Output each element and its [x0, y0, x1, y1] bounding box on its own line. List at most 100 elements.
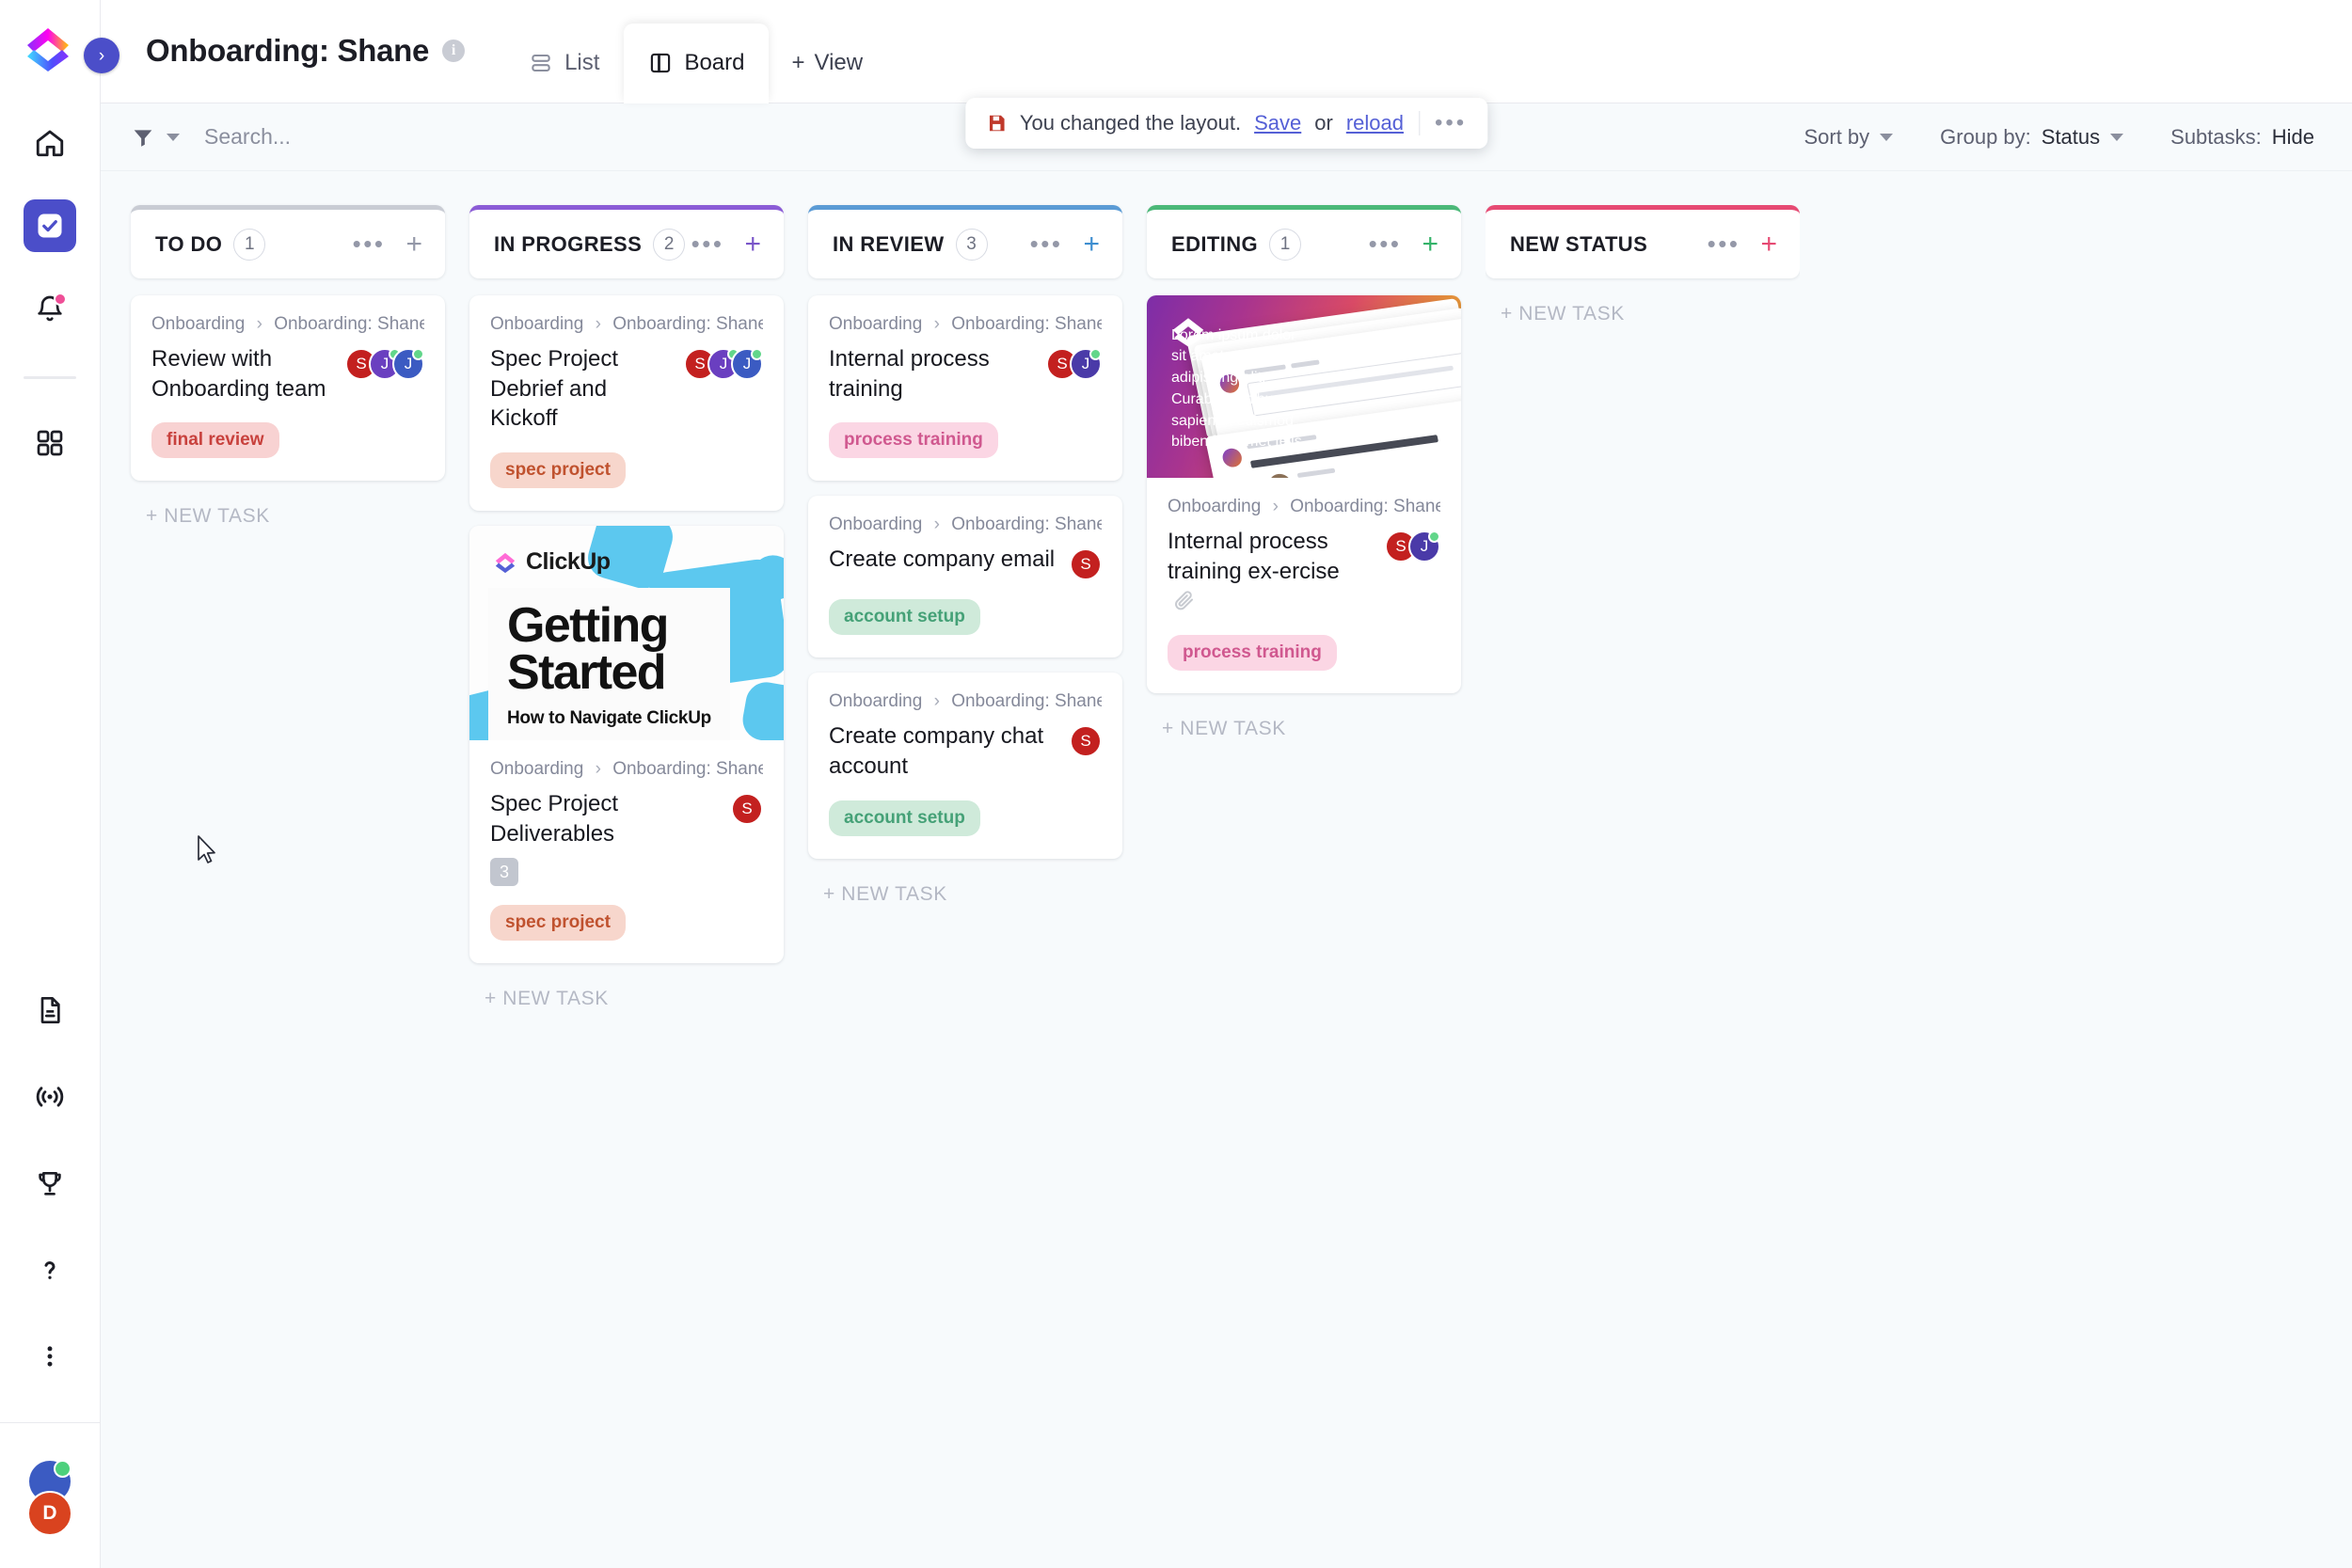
assignee-avatars[interactable]: S: [1070, 721, 1102, 758]
column-add-task-button[interactable]: +: [1760, 230, 1777, 258]
notification-badge-dot: [54, 293, 67, 306]
avatar[interactable]: S: [1070, 725, 1102, 758]
column-more-button[interactable]: •••: [353, 231, 386, 256]
add-view-button[interactable]: + View: [769, 24, 885, 103]
tab-list[interactable]: List: [504, 24, 624, 103]
view-tabs: List Board + View: [504, 0, 885, 103]
task-card[interactable]: Onboarding › Onboarding: Shane Internal …: [808, 295, 1122, 482]
column-header[interactable]: IN REVIEW 3 ••• +: [808, 205, 1122, 278]
column-more-button[interactable]: •••: [1030, 231, 1063, 256]
tag[interactable]: spec project: [490, 905, 626, 942]
avatar-initial: J: [404, 355, 413, 372]
column-header[interactable]: TO DO 1 ••• +: [131, 205, 445, 278]
sidebar-item-apps[interactable]: [24, 417, 76, 469]
toast-save-link[interactable]: Save: [1254, 111, 1301, 135]
rail-avatar-stack[interactable]: D: [17, 1460, 83, 1551]
mouse-cursor: [198, 835, 215, 863]
avatar[interactable]: S: [1070, 548, 1102, 581]
sidebar-item-more[interactable]: [24, 1330, 76, 1383]
clickup-logo[interactable]: ›: [24, 24, 119, 77]
subtask-count-badge[interactable]: 3: [490, 858, 518, 887]
task-tags: account setup: [829, 800, 1102, 836]
list-view-icon: [532, 54, 550, 72]
assignee-avatars[interactable]: S J: [1046, 344, 1102, 380]
tag[interactable]: account setup: [829, 599, 980, 636]
toast-reload-link[interactable]: reload: [1346, 111, 1404, 135]
task-card[interactable]: ClickUp Getting Started How to Navigate …: [469, 526, 784, 964]
column-title: TO DO: [155, 231, 223, 256]
task-card[interactable]: Onboarding › Onboarding: Shane Review wi…: [131, 295, 445, 482]
breadcrumb-parent: Onboarding: [490, 759, 584, 780]
tag[interactable]: process training: [1168, 635, 1337, 672]
toast-or-text: or: [1314, 111, 1333, 135]
search-input[interactable]: Search...: [204, 124, 291, 150]
assignee-avatars[interactable]: S J: [1385, 527, 1440, 562]
group-by-control[interactable]: Group by: Status: [1940, 125, 2124, 150]
clickup-logo-icon: [27, 28, 69, 71]
breadcrumb-separator: ›: [933, 691, 940, 712]
task-card[interactable]: Onboarding › Onboarding: Shane Create co…: [808, 673, 1122, 859]
breadcrumb-child: Onboarding: Shane: [1290, 497, 1440, 516]
assignee-avatars[interactable]: S J J: [684, 344, 763, 380]
assignee-avatars[interactable]: S J J: [345, 344, 424, 380]
avatar[interactable]: J: [731, 348, 763, 380]
toast-message: You changed the layout.: [1019, 111, 1242, 135]
avatar[interactable]: J: [1070, 348, 1102, 380]
task-card[interactable]: Onboarding › Onboarding: Shane Create co…: [808, 496, 1122, 658]
task-card[interactable]: Lorem ipsum dolor sit amet, consectetur …: [1147, 295, 1461, 694]
avatar-initial: J: [1081, 355, 1090, 372]
column-add-task-button[interactable]: +: [1083, 230, 1100, 258]
tag[interactable]: account setup: [829, 800, 980, 836]
board-view-icon: [651, 53, 671, 73]
sidebar-item-whats-new[interactable]: [24, 1070, 76, 1123]
tag[interactable]: final review: [151, 422, 279, 459]
board-column-in-review: IN REVIEW 3 ••• + Onboarding › Onboardin…: [808, 205, 1122, 913]
add-view-plus: +: [791, 50, 805, 75]
new-task-button[interactable]: + NEW TASK: [1147, 710, 1461, 748]
task-title: Create company chat account: [829, 723, 1044, 780]
column-more-button[interactable]: •••: [691, 231, 724, 256]
user-avatar[interactable]: D: [27, 1491, 72, 1536]
avatar[interactable]: J: [392, 348, 424, 380]
column-add-task-button[interactable]: +: [1422, 230, 1438, 258]
sidebar-item-docs[interactable]: [24, 984, 76, 1037]
expand-sidebar-button[interactable]: ›: [84, 38, 119, 73]
tab-board[interactable]: Board: [624, 24, 770, 103]
assignee-avatars[interactable]: S: [1070, 545, 1102, 581]
new-task-button[interactable]: + NEW TASK: [469, 980, 784, 1018]
new-task-button[interactable]: + NEW TASK: [1486, 295, 1800, 333]
rail-primary-items: [0, 117, 100, 469]
breadcrumb-child: Onboarding: Shane: [951, 515, 1102, 535]
sort-by-control[interactable]: Sort by: [1804, 125, 1894, 150]
question-mark-icon: [44, 1261, 56, 1279]
column-header[interactable]: IN PROGRESS 2 ••• +: [469, 205, 784, 278]
sidebar-item-help[interactable]: [24, 1243, 76, 1296]
assignee-avatars[interactable]: S: [731, 789, 763, 826]
breadcrumb-child: Onboarding: Shane: [612, 314, 763, 334]
tag[interactable]: process training: [829, 422, 998, 459]
board-column-new-status: NEW STATUS ••• + + NEW TASK: [1486, 205, 1800, 333]
sidebar-item-achievements[interactable]: [24, 1157, 76, 1210]
column-header[interactable]: NEW STATUS ••• +: [1486, 205, 1800, 278]
info-icon[interactable]: i: [442, 40, 466, 62]
avatar[interactable]: S: [731, 793, 763, 826]
sidebar-item-notifications[interactable]: [24, 282, 76, 335]
trophy-icon: [39, 1172, 61, 1196]
tag[interactable]: spec project: [490, 452, 626, 489]
new-task-button[interactable]: + NEW TASK: [131, 498, 445, 535]
task-tags: process training: [1168, 635, 1440, 672]
cover-title-plate: Getting Started How to Navigate ClickUp: [488, 588, 730, 741]
column-more-button[interactable]: •••: [1369, 231, 1402, 256]
sidebar-item-tasks[interactable]: [24, 199, 76, 252]
column-header[interactable]: EDITING 1 ••• +: [1147, 205, 1461, 278]
sidebar-item-home[interactable]: [24, 117, 76, 169]
subtasks-control[interactable]: Subtasks: Hide: [2170, 125, 2314, 150]
column-more-button[interactable]: •••: [1708, 231, 1740, 256]
column-add-task-button[interactable]: +: [744, 230, 761, 258]
avatar[interactable]: J: [1408, 531, 1440, 562]
new-task-button[interactable]: + NEW TASK: [808, 876, 1122, 913]
column-add-task-button[interactable]: +: [405, 230, 422, 258]
filter-control[interactable]: [131, 125, 180, 150]
home-icon: [36, 130, 64, 157]
task-card[interactable]: Onboarding › Onboarding: Shane Spec Proj…: [469, 295, 784, 512]
